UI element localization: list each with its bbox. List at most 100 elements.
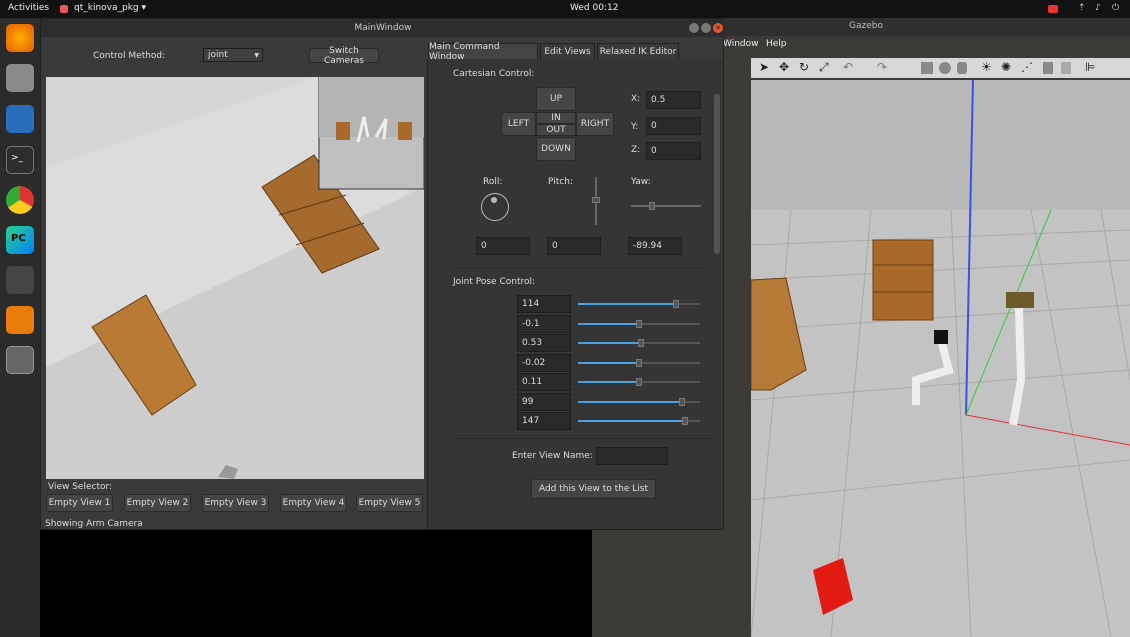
maximize-icon[interactable] (701, 23, 711, 33)
files-icon[interactable] (6, 64, 34, 92)
joint-7-slider[interactable] (578, 417, 700, 425)
joint-2-slider[interactable] (578, 319, 700, 328)
clock[interactable]: Wed 00:12 (570, 3, 618, 13)
view-button-4[interactable]: Empty View 4 (280, 494, 347, 512)
activities-button[interactable]: Activities (8, 3, 49, 13)
terminal-icon[interactable]: >_ (6, 146, 34, 174)
joint-3-field[interactable]: 0.53 (517, 334, 571, 352)
joint-5-slider[interactable] (578, 378, 700, 386)
blender-icon[interactable] (6, 306, 34, 334)
z-field[interactable]: 0 (646, 142, 701, 160)
network-icon[interactable]: ⇡ (1078, 3, 1086, 13)
view-selector-label: View Selector: (48, 482, 113, 492)
main-window-title-bar: MainWindow ✕ (41, 19, 725, 37)
joint-2-slider-fill (578, 322, 639, 325)
gazebo-3d-view[interactable] (751, 80, 1130, 637)
joint-1-field[interactable]: 114 (517, 295, 571, 313)
y-label: Y: (631, 122, 639, 132)
joint-5-slider-knob[interactable] (636, 378, 642, 386)
divider (453, 268, 708, 269)
menu-window[interactable]: Window (723, 39, 759, 49)
right-button[interactable]: RIGHT (576, 112, 614, 136)
inkscape-icon[interactable] (6, 266, 34, 294)
joint-2-field[interactable]: -0.1 (517, 314, 571, 333)
roll-label: Roll: (483, 177, 503, 187)
app-icon (60, 5, 68, 13)
add-view-button[interactable]: Add this View to the List (531, 479, 656, 499)
yaw-slider-knob[interactable] (649, 202, 655, 210)
gazebo-window: Gazebo Window Help ➤ ✥ ↻ ⤢ ↶ ↷ ☀ ✺ ⋰ ⊫ (723, 18, 1130, 637)
undo-icon[interactable]: ↶ (843, 60, 853, 74)
view-button-3[interactable]: Empty View 3 (202, 494, 269, 512)
left-button[interactable]: LEFT (501, 112, 536, 136)
up-button[interactable]: UP (536, 87, 576, 111)
switch-cameras-button[interactable]: Switch Cameras (309, 46, 379, 66)
menu-help[interactable]: Help (766, 39, 787, 49)
align-icon[interactable]: ⊫ (1085, 60, 1095, 74)
joint-6-slider-knob[interactable] (678, 397, 685, 406)
joint-4-field[interactable]: -0.02 (517, 353, 571, 372)
in-button[interactable]: IN (536, 112, 576, 124)
yaw-field[interactable]: -89.94 (628, 237, 682, 255)
record-icon[interactable] (1048, 5, 1058, 13)
writer-icon[interactable] (6, 105, 34, 133)
joint-7-slider-fill (578, 420, 686, 422)
joint-4-slider-knob[interactable] (636, 358, 642, 367)
y-field[interactable]: 0 (646, 117, 701, 135)
yaw-slider[interactable] (631, 202, 701, 210)
z-label: Z: (631, 145, 641, 155)
point-light-icon[interactable]: ✺ (1001, 60, 1011, 74)
joint-1-slider-knob[interactable] (672, 300, 679, 308)
copy-icon[interactable] (1043, 62, 1053, 74)
background-window (592, 530, 723, 637)
spot-light-icon[interactable]: ⋰ (1021, 60, 1033, 74)
translate-icon[interactable]: ✥ (779, 60, 789, 74)
x-field[interactable]: 0.5 (646, 91, 701, 109)
out-button[interactable]: OUT (536, 124, 576, 136)
redo-icon[interactable]: ↷ (877, 60, 887, 74)
joint-7-field[interactable]: 147 (517, 412, 571, 430)
box-icon[interactable] (921, 62, 933, 74)
pitch-slider[interactable] (592, 177, 600, 225)
paste-icon[interactable] (1061, 62, 1071, 74)
view-button-5[interactable]: Empty View 5 (356, 494, 423, 512)
sphere-icon[interactable] (939, 62, 951, 74)
chrome-icon[interactable] (6, 186, 34, 214)
view-button-2[interactable]: Empty View 2 (124, 494, 191, 512)
pycharm-icon[interactable]: PC (6, 226, 34, 254)
pitch-slider-knob[interactable] (592, 197, 600, 203)
power-icon[interactable]: ⏻ (1112, 3, 1119, 13)
app-menu[interactable]: qt_kinova_pkg ▾ (74, 3, 146, 13)
down-button[interactable]: DOWN (536, 137, 576, 161)
control-method-select[interactable]: joint ▼ (203, 48, 263, 62)
view-name-input[interactable] (596, 447, 668, 465)
joint-6-slider[interactable] (578, 397, 700, 406)
joint-6-field[interactable]: 99 (517, 392, 571, 411)
pitch-field[interactable]: 0 (547, 237, 601, 255)
gazebo-title-bar: Gazebo (723, 18, 1130, 36)
joint-2-slider-knob[interactable] (636, 319, 642, 328)
joint-5-field[interactable]: 0.11 (517, 373, 571, 391)
joint-1-slider[interactable] (578, 300, 700, 308)
rotate-icon[interactable]: ↻ (799, 60, 809, 74)
close-icon[interactable]: ✕ (713, 23, 723, 33)
joint-3-slider-knob[interactable] (638, 339, 645, 347)
joint-5-slider-fill (578, 381, 639, 383)
panel-scrollbar[interactable] (714, 94, 720, 254)
joint-3-slider[interactable] (578, 339, 700, 347)
select-icon[interactable]: ➤ (759, 60, 769, 74)
roll-field[interactable]: 0 (476, 237, 530, 255)
sun-icon[interactable]: ☀ (981, 60, 992, 74)
scale-icon[interactable]: ⤢ (819, 60, 829, 75)
chevron-down-icon: ▼ (254, 51, 259, 59)
ros-icon[interactable] (6, 346, 34, 374)
firefox-icon[interactable] (6, 24, 34, 52)
joint-4-slider[interactable] (578, 358, 700, 367)
roll-dial[interactable] (481, 193, 509, 221)
minimize-icon[interactable] (689, 23, 699, 33)
volume-icon[interactable]: ♪ (1095, 3, 1101, 13)
view-button-1[interactable]: Empty View 1 (46, 494, 113, 512)
camera-view[interactable] (46, 77, 424, 479)
cylinder-icon[interactable] (957, 62, 967, 74)
joint-7-slider-knob[interactable] (682, 417, 689, 425)
